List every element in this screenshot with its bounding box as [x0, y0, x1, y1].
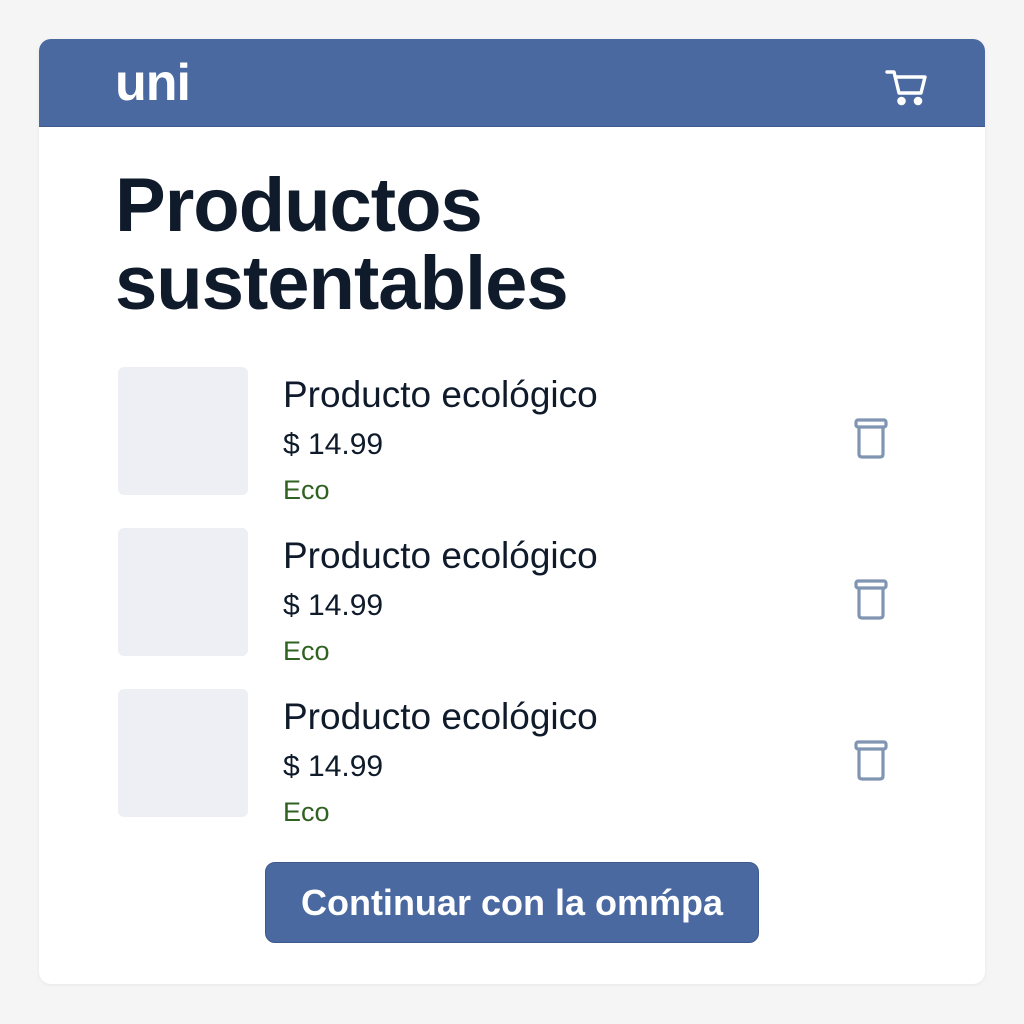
cart-card: uni Productos sustentables Producto ecoló…: [39, 39, 985, 984]
logo[interactable]: uni: [115, 53, 191, 113]
product-name: Producto ecológico: [283, 696, 598, 737]
product-price: $ 14.99: [283, 589, 384, 622]
shopping-cart-icon[interactable]: [884, 63, 930, 109]
page-title-line-2: sustentables: [115, 241, 569, 326]
trash-icon[interactable]: [851, 578, 891, 622]
trash-icon[interactable]: [851, 739, 891, 783]
continue-checkout-button[interactable]: Continuar con la omḿpa: [265, 862, 759, 943]
top-bar: uni: [39, 39, 985, 127]
product-name: Producto ecológico: [283, 535, 598, 576]
cart-item: Producto ecológico $ 14.99 Eco: [118, 689, 918, 827]
product-image-placeholder: [118, 528, 248, 656]
trash-icon[interactable]: [851, 417, 891, 461]
eco-tag: Eco: [283, 797, 330, 827]
product-price: $ 14.99: [283, 750, 384, 783]
cart-item: Producto ecológico $ 14.99 Eco: [118, 367, 918, 505]
page-title: Productos sustentables: [115, 167, 569, 326]
product-image-placeholder: [118, 689, 248, 817]
eco-tag: Eco: [283, 636, 330, 666]
product-name: Producto ecológico: [283, 374, 598, 415]
page-title-line-1: Productos: [115, 163, 483, 248]
eco-tag: Eco: [283, 475, 330, 505]
cart-item: Producto ecológico $ 14.99 Eco: [118, 528, 918, 666]
product-price: $ 14.99: [283, 428, 384, 461]
product-image-placeholder: [118, 367, 248, 495]
